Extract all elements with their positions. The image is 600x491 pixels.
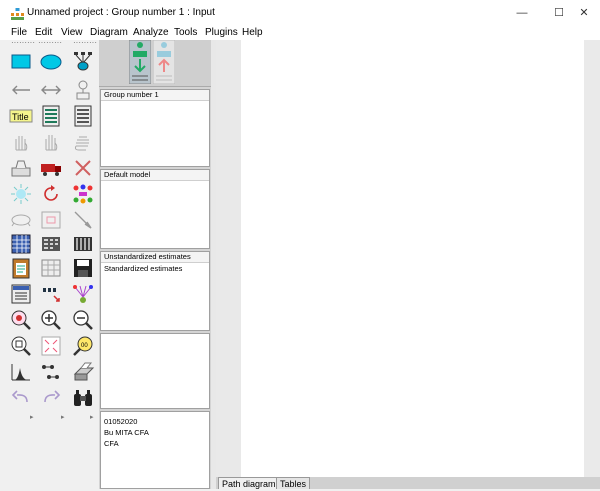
window-title: Unnamed project : Group number 1 : Input: [27, 7, 215, 18]
rotate-indicators-icon[interactable]: [39, 182, 63, 206]
svg-text:00: 00: [81, 343, 88, 349]
expand-arrow-icon[interactable]: ▸: [61, 413, 65, 421]
move-parameter-icon[interactable]: [9, 208, 33, 232]
duplicate-objects-icon[interactable]: [9, 156, 33, 180]
computation-summary-panel: [100, 333, 210, 409]
reflect-indicators-icon[interactable]: [71, 182, 95, 206]
analysis-properties-icon[interactable]: [39, 232, 63, 256]
specification-search-icon[interactable]: [71, 386, 95, 410]
minimize-button[interactable]: —: [508, 4, 536, 22]
touch-up-variable-icon[interactable]: [71, 208, 95, 232]
menu-help[interactable]: Help: [242, 27, 263, 38]
view-input-icon[interactable]: [129, 40, 151, 84]
calculate-estimates-icon[interactable]: [71, 232, 95, 256]
menu-analyze[interactable]: Analyze: [133, 27, 169, 38]
erase-objects-icon[interactable]: [71, 156, 95, 180]
zoom-page-icon[interactable]: [9, 334, 33, 358]
preserve-symmetries-icon[interactable]: [71, 282, 95, 306]
list-variables-in-model-icon[interactable]: [39, 104, 63, 128]
path-diagram-canvas[interactable]: [241, 40, 584, 477]
file-item[interactable]: 01052020: [101, 416, 209, 427]
select-data-files-icon[interactable]: [9, 232, 33, 256]
app-icon: [11, 8, 24, 20]
print-diagram-icon[interactable]: [71, 360, 95, 384]
toolbox: ········· ········· ········· Title 00 ▸…: [0, 38, 99, 489]
multiple-group-analysis-icon[interactable]: [39, 360, 63, 384]
copy-to-clipboard-icon[interactable]: [9, 256, 33, 280]
zoom-out-icon[interactable]: [71, 308, 95, 332]
file-item[interactable]: Bu MITA CFA: [101, 427, 209, 438]
files-panel[interactable]: 01052020 Bu MITA CFA CFA: [100, 411, 210, 489]
model-panels: Group number 1 Default model Unstandardi…: [99, 40, 211, 489]
zoom-in-icon[interactable]: [39, 308, 63, 332]
view-text-output-icon[interactable]: [39, 256, 63, 280]
menu-diagram[interactable]: Diagram: [90, 27, 128, 38]
expand-arrow-icon[interactable]: ▸: [30, 413, 34, 421]
select-all-objects-icon[interactable]: [39, 130, 63, 154]
toolbar-grip: ·········: [73, 38, 97, 47]
close-button[interactable]: ✕: [570, 4, 598, 22]
models-panel-header[interactable]: Default model: [101, 170, 209, 181]
groups-panel[interactable]: Group number 1: [100, 89, 210, 167]
view-tabs: Path diagram Tables: [216, 477, 600, 489]
models-panel[interactable]: Default model: [100, 169, 210, 249]
list-variables-in-dataset-icon[interactable]: [71, 104, 95, 128]
save-diagram-icon[interactable]: [71, 256, 95, 280]
draw-path-icon[interactable]: [9, 78, 33, 102]
menu-view[interactable]: View: [61, 27, 83, 38]
deselect-all-objects-icon[interactable]: [71, 130, 95, 154]
fit-to-page-icon[interactable]: [39, 334, 63, 358]
change-shape-icon[interactable]: [9, 182, 33, 206]
view-switcher: [99, 40, 211, 87]
undo-icon[interactable]: [9, 386, 33, 410]
draw-covariance-icon[interactable]: [39, 78, 63, 102]
move-objects-icon[interactable]: [39, 156, 63, 180]
figure-caption-icon[interactable]: Title: [9, 104, 33, 128]
toolbar-grip: ·········: [38, 38, 62, 47]
tab-tables[interactable]: Tables: [276, 477, 311, 489]
vertical-scrollbar[interactable]: [584, 40, 600, 477]
loupe-icon[interactable]: 00: [71, 334, 95, 358]
menu-plugins[interactable]: Plugins: [205, 27, 238, 38]
expand-arrow-icon[interactable]: ▸: [90, 413, 94, 421]
bayesian-estimation-icon[interactable]: [9, 360, 33, 384]
add-unique-variable-icon[interactable]: [71, 78, 95, 102]
title-tool-label: Title: [12, 112, 29, 122]
zoom-select-icon[interactable]: [9, 308, 33, 332]
object-properties-icon[interactable]: [9, 282, 33, 306]
draw-latent-indicator-icon[interactable]: [71, 50, 95, 74]
estimates-unstandardized[interactable]: Unstandardized estimates: [101, 252, 209, 263]
draw-observed-variable-icon[interactable]: [9, 50, 33, 74]
menu-edit[interactable]: Edit: [35, 27, 52, 38]
menu-file[interactable]: File: [11, 27, 27, 38]
file-item[interactable]: CFA: [101, 438, 209, 449]
estimates-standardized[interactable]: Standardized estimates: [101, 263, 209, 274]
view-output-icon[interactable]: [153, 40, 175, 84]
toolbar-grip: ·········: [11, 38, 35, 47]
maximize-button[interactable]: ☐: [545, 4, 573, 22]
drag-properties-icon[interactable]: [39, 282, 63, 306]
reposition-object-icon[interactable]: [39, 208, 63, 232]
title-bar: Unnamed project : Group number 1 : Input…: [0, 0, 600, 26]
tab-path-diagram[interactable]: Path diagram: [218, 477, 280, 489]
estimates-panel[interactable]: Unstandardized estimates Standardized es…: [100, 251, 210, 331]
groups-panel-header[interactable]: Group number 1: [101, 90, 209, 101]
draw-unobserved-variable-icon[interactable]: [39, 50, 63, 74]
menu-tools[interactable]: Tools: [174, 27, 197, 38]
redo-icon[interactable]: [39, 386, 63, 410]
select-one-object-icon[interactable]: [9, 130, 33, 154]
